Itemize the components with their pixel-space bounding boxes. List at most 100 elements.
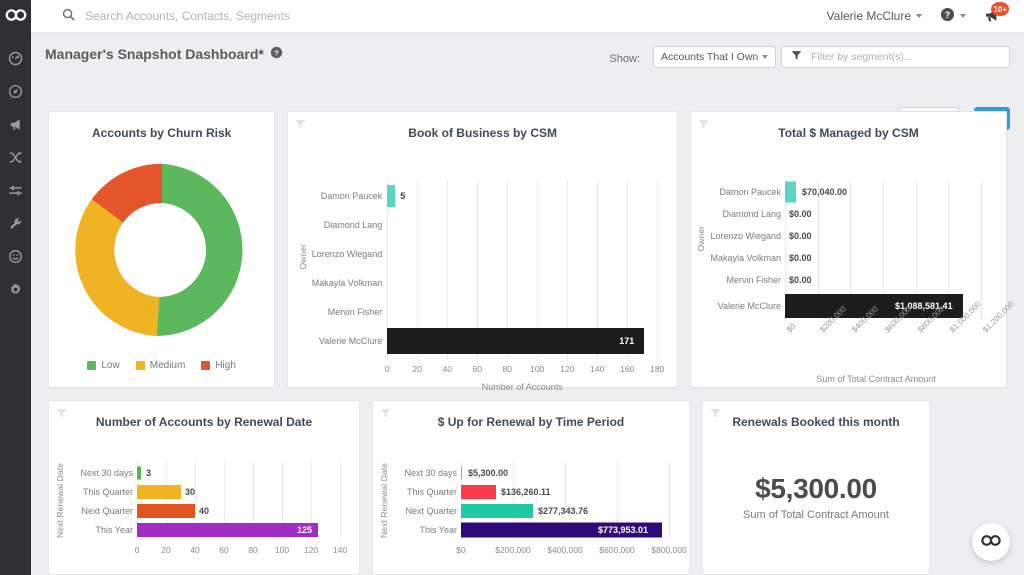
app-logo[interactable] <box>5 7 27 26</box>
segment-filter[interactable] <box>781 46 1010 68</box>
svg-text:?: ? <box>274 48 279 57</box>
notifications-button[interactable]: 10+ <box>984 2 1009 26</box>
notification-badge: 10+ <box>991 2 1009 16</box>
category-label: Next Quarter <box>81 506 133 516</box>
category-label: Next 30 days <box>404 468 457 478</box>
bar-value: $0.00 <box>789 275 812 285</box>
x-tick: 60 <box>472 364 482 374</box>
bar-value: $0.00 <box>789 253 812 263</box>
card-title: Total $ Managed by CSM <box>778 126 919 140</box>
bar-value: 5 <box>400 191 406 201</box>
legend-item[interactable]: High <box>201 360 236 371</box>
x-tick: $0 <box>456 545 466 555</box>
sidebar-item-health[interactable] <box>0 240 31 273</box>
category-label: Next 30 days <box>80 468 133 478</box>
renewal-dollars-chart: Next Renewal Date Next 30 days This Quar… <box>373 429 689 565</box>
bar-this-quarter[interactable] <box>137 485 181 499</box>
bar-next-30-days[interactable] <box>137 466 142 480</box>
sidebar-item-workflows[interactable] <box>0 141 31 174</box>
sidebar-item-campaigns[interactable] <box>0 108 31 141</box>
x-tick: 100 <box>530 364 545 374</box>
x-tick: 20 <box>412 364 422 374</box>
card-total-managed-by-csm: Total $ Managed by CSM Owner Damon Pauce… <box>690 111 1016 388</box>
bar-valerie-mcclure[interactable] <box>387 328 644 354</box>
category-label: This Year <box>419 525 457 535</box>
bar-value: 125 <box>297 525 313 535</box>
bar-damon-paucek[interactable] <box>785 181 797 203</box>
funnel-icon[interactable] <box>698 119 709 133</box>
x-axis-title: Number of Accounts <box>481 382 563 392</box>
legend-swatch-high <box>201 361 211 370</box>
funnel-icon[interactable] <box>710 408 721 422</box>
legend-swatch-medium <box>135 361 145 370</box>
plot-area: 3 30 40 125 0 20 40 60 80 100 120 140 <box>135 461 347 561</box>
x-axis-title: Sum of Total Contract Amount <box>816 374 936 384</box>
category-label: Diamond Lang <box>323 220 383 230</box>
sidebar-item-dashboard[interactable] <box>0 42 31 75</box>
churn-legend: Low Medium High <box>49 360 274 371</box>
card-title: Accounts by Churn Risk <box>91 126 232 140</box>
donut-slice-low <box>156 163 243 337</box>
x-tick: $200,000 <box>495 545 531 555</box>
card-renewals-booked-this-month: Renewals Booked this month $5,300.00 Sum… <box>702 400 930 575</box>
bar-value: $277,343.76 <box>538 506 589 516</box>
bar-value: $0.00 <box>789 231 812 241</box>
funnel-icon[interactable] <box>56 408 67 422</box>
bar-next-quarter[interactable] <box>137 504 195 518</box>
x-tick: 140 <box>332 545 348 555</box>
chevron-down-icon <box>916 14 922 18</box>
bar-next-30-days[interactable] <box>461 466 463 480</box>
card-accounts-by-renewal-date: Number of Accounts by Renewal Date Next … <box>48 400 360 575</box>
x-tick: $0 <box>785 321 798 335</box>
bar-this-quarter[interactable] <box>461 485 497 499</box>
bar-damon-paucek[interactable] <box>387 185 395 207</box>
support-launcher-button[interactable] <box>972 523 1010 561</box>
bar-value: $70,040.00 <box>802 187 848 197</box>
show-select[interactable]: Accounts That I Own <box>653 46 776 68</box>
bar-this-year[interactable] <box>137 523 319 537</box>
svg-text:?: ? <box>945 10 950 20</box>
category-label: Valerie McClure <box>717 301 782 311</box>
category-label: Lorenzo Wiegand <box>311 249 383 259</box>
x-tick: 20 <box>161 545 171 555</box>
category-label: Makayla Volkman <box>311 278 383 288</box>
x-tick: 0 <box>384 364 390 374</box>
x-tick: 160 <box>620 364 635 374</box>
search-input[interactable] <box>85 9 465 23</box>
funnel-icon[interactable] <box>380 408 391 422</box>
segment-filter-input[interactable] <box>811 51 1000 63</box>
x-tick: 140 <box>590 364 605 374</box>
x-tick: 80 <box>248 545 258 555</box>
funnel-icon[interactable] <box>295 119 306 133</box>
legend-item[interactable]: Low <box>87 360 120 371</box>
user-menu[interactable]: Valerie McClure <box>827 9 922 23</box>
card-title: Renewals Booked this month <box>732 415 900 429</box>
sidebar-item-explore[interactable] <box>0 75 31 108</box>
sidebar-item-settings[interactable] <box>0 273 31 306</box>
chevron-down-icon <box>960 14 966 18</box>
sidebar-item-tools[interactable] <box>0 207 31 240</box>
category-label: This Year <box>95 525 133 535</box>
help-menu[interactable]: ? <box>940 7 966 25</box>
help-circle-icon: ? <box>940 7 955 25</box>
x-tick: 180 <box>650 364 665 374</box>
sidebar-item-segments[interactable] <box>0 174 31 207</box>
bar-value: $773,953.01 <box>598 525 649 535</box>
card-accounts-by-churn-risk: Accounts by Churn Risk Low Medium High <box>48 111 276 388</box>
renewal-accounts-chart: Next Renewal Date Next 30 days This Quar… <box>49 429 359 565</box>
card-title: $ Up for Renewal by Time Period <box>437 415 625 429</box>
kpi-subtitle: Sum of Total Contract Amount <box>743 509 889 521</box>
bar-next-quarter[interactable] <box>461 504 534 518</box>
global-search[interactable] <box>62 8 827 24</box>
dashboard-row-1: Accounts by Churn Risk Low Medium High B… <box>31 111 1024 392</box>
bar-value: 40 <box>199 506 210 516</box>
help-circle-icon[interactable]: ? <box>270 46 283 62</box>
category-label: Valerie McClure <box>318 336 383 346</box>
plot-area: 5 171 0 20 40 60 80 100 120 140 160 180 <box>385 180 664 374</box>
legend-item[interactable]: Medium <box>135 360 185 371</box>
category-label: Makayla Volkman <box>710 253 782 263</box>
category-label: Next Quarter <box>405 506 457 516</box>
category-label: Mervin Fisher <box>327 307 383 317</box>
legend-swatch-low <box>87 361 97 370</box>
x-tick: 80 <box>502 364 512 374</box>
